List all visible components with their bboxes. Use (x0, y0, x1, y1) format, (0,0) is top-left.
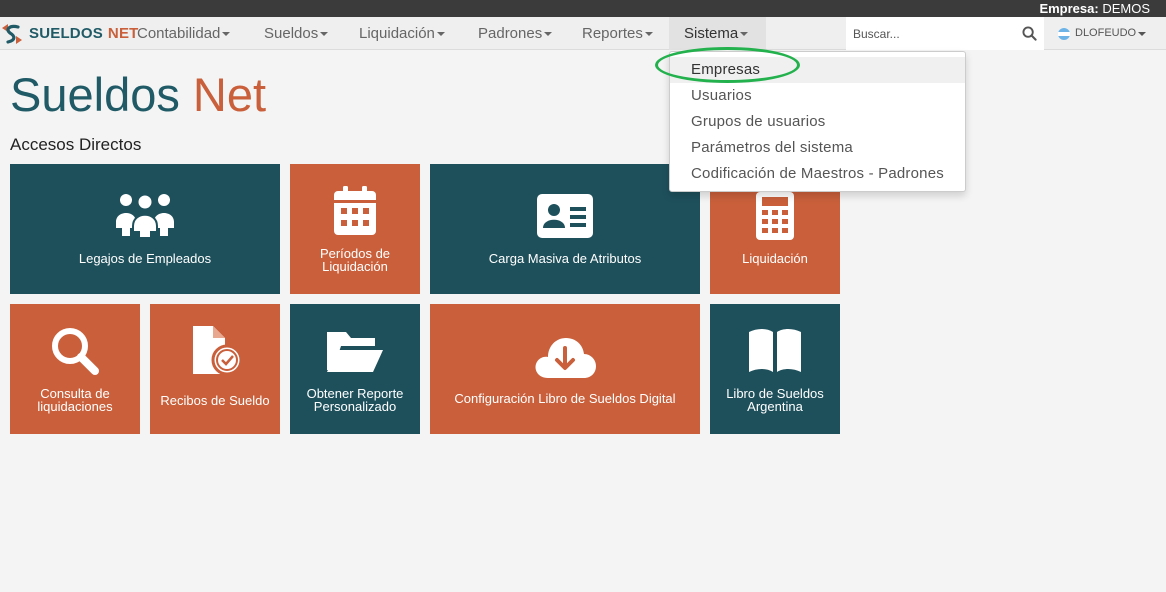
tile-label: Recibos de Sueldo (160, 392, 270, 408)
nav-label: Sistema (684, 25, 739, 42)
tile-label: Carga Masiva de Atributos (488, 250, 642, 266)
tile-liquidacion[interactable]: Liquidación (710, 192, 840, 294)
caret-down-icon (544, 32, 553, 37)
nav-contabilidad[interactable]: Contabilidad (122, 17, 245, 50)
navbar: SUELDOS NET Contabilidad Sueldos Liquidac… (0, 17, 1166, 50)
nav-liquidacion[interactable]: Liquidación (344, 17, 460, 50)
nav-padrones[interactable]: Padrones (463, 17, 567, 50)
tile-libro-sueldos-argentina[interactable]: Libro de Sueldos Argentina (710, 304, 840, 434)
menu-item-parametros-sistema[interactable]: Parámetros del sistema (670, 135, 965, 161)
tile-label: Períodos de Liquidación (319, 246, 391, 274)
file-check-icon (193, 326, 243, 376)
id-card-icon (537, 194, 593, 238)
top-bar: Empresa: DEMOS (0, 0, 1166, 17)
caret-down-icon (740, 32, 749, 37)
tile-obtener-reporte[interactable]: Obtener Reporte Personalizado (290, 304, 420, 434)
tile-consulta-liquidaciones[interactable]: Consulta de liquidaciones (10, 304, 140, 434)
calendar-icon (334, 186, 376, 235)
menu-item-grupos-usuarios[interactable]: Grupos de usuarios (670, 109, 965, 135)
page-title: Sueldos Net (10, 67, 266, 123)
menu-item-usuarios[interactable]: Usuarios (670, 83, 965, 109)
magnifier-icon (52, 328, 99, 375)
section-heading: Accesos Directos (10, 135, 142, 154)
tile-carga-masiva-atributos[interactable]: Carga Masiva de Atributos (430, 164, 700, 294)
tile-configuracion-libro-sueldos[interactable]: Configuración Libro de Sueldos Digital (430, 304, 700, 434)
tile-label: Consulta de liquidaciones (37, 386, 113, 414)
caret-down-icon (320, 32, 329, 37)
tile-label: Obtener Reporte Personalizado (306, 386, 404, 414)
cloud-download-icon (535, 338, 596, 378)
nav-label: Reportes (582, 25, 643, 42)
argentina-flag-icon (1058, 27, 1070, 40)
tile-periodos-liquidacion[interactable]: Períodos de Liquidación (290, 164, 420, 294)
calculator-icon (756, 192, 794, 240)
menu-item-codificacion-maestros[interactable]: Codificación de Maestros - Padrones (670, 161, 965, 187)
nav-label: Sueldos (264, 25, 319, 42)
nav-reportes[interactable]: Reportes (567, 17, 668, 50)
nav-sueldos[interactable]: Sueldos (249, 17, 343, 50)
company-value: DEMOS (1102, 1, 1150, 16)
nav-label: Padrones (478, 25, 543, 42)
tile-recibos-sueldo[interactable]: Recibos de Sueldo (150, 304, 280, 434)
title-part2: Net (192, 68, 267, 121)
tile-legajos-empleados[interactable]: Legajos de Empleados (10, 164, 280, 294)
caret-down-icon (222, 32, 231, 37)
caret-down-icon (644, 32, 653, 37)
brand-logo[interactable]: SUELDOS NET (0, 17, 139, 50)
menu-item-empresas[interactable]: Empresas (670, 57, 965, 83)
nav-sistema[interactable]: Sistema (669, 17, 766, 50)
folder-open-icon (327, 332, 383, 372)
caret-down-icon (1138, 31, 1147, 36)
brand-part1: SUELDOS (29, 25, 103, 42)
users-icon (116, 193, 174, 238)
user-name: DLOFEUDO (1075, 27, 1137, 39)
caret-down-icon (436, 32, 445, 37)
sistema-dropdown-menu: Empresas Usuarios Grupos de usuarios Par… (669, 51, 966, 192)
tile-label: Configuración Libro de Sueldos Digital (454, 390, 676, 406)
title-part1: Sueldos (10, 68, 180, 121)
company-label: Empresa: (1039, 1, 1099, 16)
logo-icon (2, 23, 22, 44)
tile-label: Liquidación (742, 250, 808, 266)
user-menu[interactable]: DLOFEUDO (1058, 17, 1147, 50)
search-input[interactable] (846, 17, 1016, 50)
tile-label: Legajos de Empleados (78, 250, 212, 266)
search-icon[interactable] (1022, 26, 1037, 41)
search-box (846, 17, 1044, 50)
company-indicator: Empresa: DEMOS (1039, 1, 1150, 16)
nav-label: Contabilidad (137, 25, 221, 42)
book-icon (749, 329, 801, 372)
nav-label: Liquidación (359, 25, 435, 42)
tile-label: Libro de Sueldos Argentina (726, 386, 824, 414)
